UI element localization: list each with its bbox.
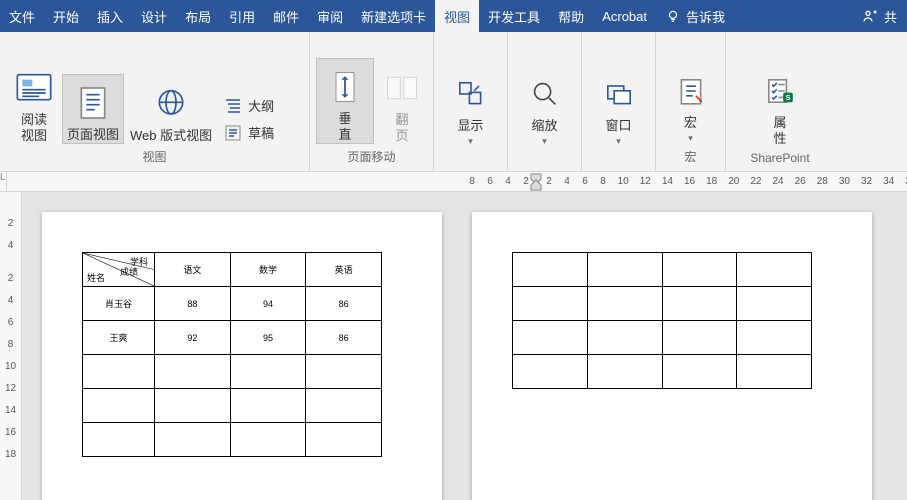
table-row	[513, 321, 812, 355]
zoom-button[interactable]: 缩放 ▾	[517, 66, 573, 147]
pagemove-group-label: 页面移动	[310, 144, 433, 171]
side-to-side-icon	[380, 66, 424, 110]
window-button[interactable]: 窗口 ▾	[591, 66, 647, 147]
sharepoint-group-label: SharePoint	[726, 147, 834, 171]
outline-button[interactable]: 大纲	[220, 94, 278, 117]
tab-help[interactable]: 帮助	[549, 0, 593, 32]
read-mode-label: 阅读 视图	[21, 112, 47, 145]
properties-icon: S	[758, 69, 802, 113]
ruler-ticks-right: 246810121416182022242628303234363840	[542, 176, 907, 187]
print-layout-button[interactable]: 页面视图	[62, 74, 124, 144]
vertical-ruler[interactable]: 2424681012141618	[0, 192, 22, 500]
tab-developer[interactable]: 开发工具	[479, 0, 549, 32]
table-row	[513, 355, 812, 389]
read-mode-button[interactable]: 阅读 视图	[6, 60, 62, 145]
print-layout-label: 页面视图	[67, 127, 119, 143]
window-icon	[597, 72, 641, 116]
tab-mailings[interactable]: 邮件	[264, 0, 308, 32]
header-col-1: 语文	[155, 253, 231, 287]
tab-newtab[interactable]: 新建选项卡	[352, 0, 435, 32]
lightbulb-icon	[666, 9, 680, 23]
show-icon	[449, 72, 493, 116]
header-col-3: 英语	[306, 253, 382, 287]
web-layout-icon	[149, 82, 193, 126]
empty-table[interactable]	[512, 252, 812, 389]
properties-label: 属 性	[773, 115, 786, 148]
show-button[interactable]: 显示 ▾	[443, 66, 499, 147]
tab-acrobat[interactable]: Acrobat	[593, 0, 656, 32]
ribbon: 阅读 视图 页面视图 Web 版式视图 大纲	[0, 32, 907, 172]
views-group-label: 视图	[0, 144, 309, 171]
read-mode-icon	[12, 66, 56, 110]
tab-view[interactable]: 视图	[435, 0, 479, 32]
web-layout-button[interactable]: Web 版式视图	[124, 76, 218, 144]
draft-button[interactable]: 草稿	[220, 121, 278, 144]
table-row: 学科 成绩 姓名 语文 数学 英语	[83, 253, 382, 287]
web-layout-label: Web 版式视图	[130, 128, 212, 144]
ribbon-tab-bar: 文件 开始 插入 设计 布局 引用 邮件 审阅 新建选项卡 视图 开发工具 帮助…	[0, 0, 907, 32]
chevron-down-icon: ▾	[616, 136, 621, 147]
table-row	[83, 355, 382, 389]
tab-selector[interactable]: L	[0, 172, 7, 192]
table-row	[513, 253, 812, 287]
vertical-button[interactable]: 垂 直	[316, 58, 374, 145]
draft-label: 草稿	[248, 123, 274, 142]
side-to-side-label: 翻 页	[395, 112, 408, 145]
share-person-icon	[862, 8, 878, 24]
table-row	[83, 423, 382, 457]
tab-home[interactable]: 开始	[44, 0, 88, 32]
tab-file[interactable]: 文件	[0, 0, 44, 32]
chevron-down-icon: ▾	[542, 136, 547, 147]
document-page-2[interactable]: (Ctrl) ▾	[472, 212, 872, 500]
tab-review[interactable]: 审阅	[308, 0, 352, 32]
print-layout-icon	[71, 81, 115, 125]
draft-icon	[224, 124, 242, 142]
document-workspace: 2424681012141618 学科 成绩 姓名 语文 数学 英语 肖玉谷	[0, 192, 907, 500]
share-button[interactable]: 共	[852, 7, 907, 26]
outline-label: 大纲	[248, 96, 274, 115]
tell-me-label: 告诉我	[686, 7, 725, 26]
tell-me-search[interactable]: 告诉我	[656, 7, 735, 26]
window-label: 窗口	[605, 118, 631, 134]
ruler-ticks-left: 8642	[465, 176, 530, 187]
show-label: 显示	[457, 118, 483, 134]
share-label: 共	[884, 7, 897, 26]
vertical-label: 垂 直	[338, 111, 351, 144]
grades-table[interactable]: 学科 成绩 姓名 语文 数学 英语 肖玉谷 88 94 86 王爽 92	[82, 252, 382, 457]
table-row: 王爽 92 95 86	[83, 321, 382, 355]
chevron-down-icon: ▾	[468, 136, 473, 147]
tab-references[interactable]: 引用	[220, 0, 264, 32]
table-row	[83, 389, 382, 423]
zoom-label: 缩放	[531, 118, 557, 134]
chevron-down-icon: ▾	[688, 133, 693, 144]
header-col-2: 数学	[230, 253, 306, 287]
properties-button[interactable]: S 属 性	[752, 63, 808, 148]
table-row	[513, 287, 812, 321]
header-name: 姓名	[87, 271, 105, 284]
document-page-1[interactable]: 学科 成绩 姓名 语文 数学 英语 肖玉谷 88 94 86 王爽 92	[42, 212, 442, 500]
macros-icon	[669, 69, 713, 113]
tab-design[interactable]: 设计	[132, 0, 176, 32]
zoom-icon	[523, 72, 567, 116]
table-row: 肖玉谷 88 94 86	[83, 287, 382, 321]
indent-marker-icon[interactable]	[530, 172, 542, 192]
horizontal-ruler[interactable]: L 8642 246810121416182022242628303234363…	[0, 172, 907, 192]
macros-group-label: 宏	[656, 144, 725, 171]
macros-label: 宏	[684, 115, 697, 131]
header-grade: 成绩	[120, 265, 138, 278]
outline-icon	[224, 97, 242, 115]
tab-insert[interactable]: 插入	[88, 0, 132, 32]
side-to-side-button[interactable]: 翻 页	[374, 60, 430, 145]
svg-text:S: S	[786, 92, 791, 101]
tab-layout[interactable]: 布局	[176, 0, 220, 32]
vertical-icon	[323, 65, 367, 109]
macros-button[interactable]: 宏 ▾	[663, 63, 719, 144]
